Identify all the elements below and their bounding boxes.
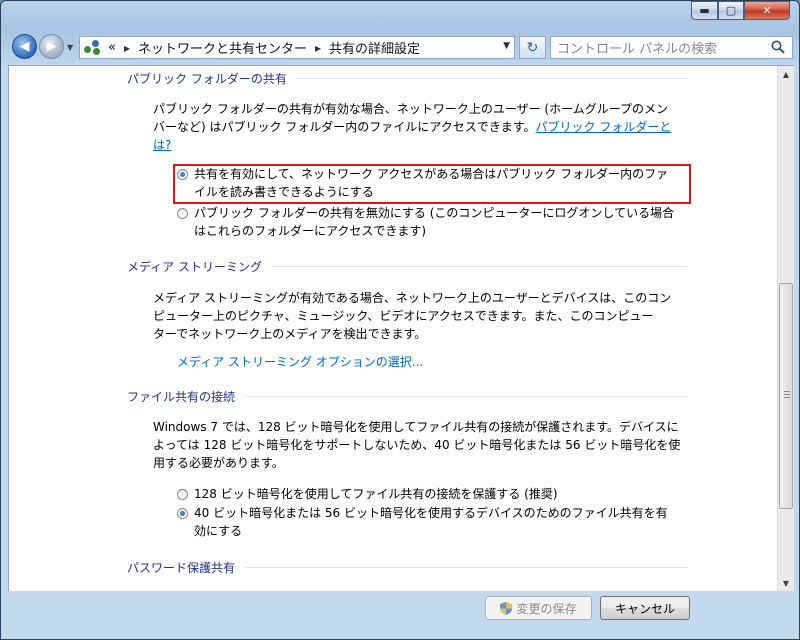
description-line: Windows 7 では、128 ビット暗号化を使用してファイル共有の接続が保護… [153, 420, 679, 434]
section-title: メディア ストリーミング [127, 260, 262, 274]
radio-40-56bit-encryption[interactable]: 40 ビット暗号化または 56 ビット暗号化を使用するデバイスのためのファイル共… [177, 504, 687, 540]
option-label: 40 ビット暗号化または 56 ビット暗号化を使用するデバイスのためのファイル共… [194, 506, 668, 538]
grip-line [784, 391, 790, 392]
navigation-bar: ◀ ▶ ▼ « ▸ ネットワークと共有センター ▸ 共有の詳細設定 ▼ ↻ コン… [1, 31, 799, 65]
search-input[interactable]: コントロール パネルの検索 [550, 36, 793, 59]
option-label: 128 ビット暗号化を使用してファイル共有の接続を保護する (推奨) [194, 487, 558, 501]
radio-button-selected[interactable] [177, 169, 188, 180]
option-label: 共有を有効にして、ネットワーク アクセスがある場合はパブリック フォルダー内のフ… [194, 167, 669, 199]
media-streaming-options-link-row: メディア ストリーミング オプションの選択... [177, 353, 707, 371]
description-line: ピューター上のピクチャ、ミュージック、ビデオにアクセスできます。また、このコンピ… [153, 309, 654, 323]
search-icon[interactable] [770, 39, 786, 55]
cancel-button[interactable]: キャンセル [600, 596, 690, 620]
divider [245, 396, 687, 397]
minimize-button[interactable]: ▬ [691, 1, 718, 20]
vertical-scrollbar[interactable]: ▲ ▼ [777, 66, 794, 591]
description-line: バーなど) はパブリック フォルダー内のファイルにアクセスできます。パブリック … [153, 118, 683, 136]
section-heading-media-streaming[interactable]: メディア ストリーミング [127, 258, 687, 275]
grip-line [784, 394, 790, 395]
section-title: ファイル共有の接続 [127, 390, 236, 404]
chevron-right-icon[interactable]: ▸ [315, 41, 321, 55]
description-line: よっては 128 ビット暗号化をサポートしないため、40 ビット暗号化または 5… [153, 438, 681, 452]
radio-enable-public-sharing[interactable]: 共有を有効にして、ネットワーク アクセスがある場合はパブリック フォルダー内のフ… [177, 165, 687, 201]
address-dropdown-icon[interactable]: ▼ [503, 41, 510, 51]
media-streaming-description: メディア ストリーミングが有効である場合、ネットワーク上のユーザーとデバイスは、… [153, 289, 683, 343]
radio-button[interactable] [177, 208, 188, 219]
radio-disable-public-sharing[interactable]: パブリック フォルダーの共有を無効にする (このコンピューターにログオンしている… [177, 204, 687, 240]
public-folder-help-link-cont[interactable]: は? [153, 138, 171, 152]
description-text: バーなど) はパブリック フォルダー内のファイルにアクセスできます。 [153, 120, 536, 134]
back-button[interactable]: ◀ [12, 34, 37, 59]
divider [296, 78, 687, 79]
scroll-up-arrow-icon[interactable]: ▲ [778, 66, 794, 82]
public-folder-description: パブリック フォルダーの共有が有効な場合、ネットワーク上のユーザー (ホームグル… [153, 100, 683, 154]
refresh-button[interactable]: ↻ [519, 36, 546, 59]
uac-shield-icon [500, 601, 513, 615]
grip-line [784, 397, 790, 398]
section-title: パスワード保護共有 [127, 561, 236, 575]
radio-128bit-encryption[interactable]: 128 ビット暗号化を使用してファイル共有の接続を保護する (推奨) [177, 485, 687, 503]
divider [271, 266, 687, 267]
section-heading-public-folder[interactable]: パブリック フォルダーの共有 [127, 70, 687, 87]
footer-bar: 変更の保存 キャンセル [1, 591, 799, 639]
close-button[interactable]: ✕ [744, 1, 790, 20]
description-line: 用する必要があります。 [153, 456, 284, 470]
public-folder-help-link[interactable]: パブリック フォルダーと [536, 120, 672, 134]
description-line: は? [153, 136, 683, 154]
divider [245, 567, 687, 568]
description-line: メディア ストリーミングが有効である場合、ネットワーク上のユーザーとデバイスは、… [153, 291, 672, 305]
recent-pages-dropdown[interactable]: ▼ [67, 43, 73, 52]
title-bar: ▬ ▢ ✕ [1, 1, 799, 31]
maximize-button[interactable]: ▢ [718, 1, 744, 20]
section-heading-password-sharing[interactable]: パスワード保護共有 [127, 559, 687, 576]
radio-button-selected[interactable] [177, 508, 188, 519]
save-label: 変更の保存 [516, 601, 577, 616]
breadcrumb-network-center[interactable]: ネットワークと共有センター [138, 38, 307, 57]
option-label: パブリック フォルダーの共有を無効にする (このコンピューターにログオンしている… [194, 206, 675, 238]
scrollbar-thumb[interactable] [779, 283, 793, 509]
breadcrumb-overflow[interactable]: « [108, 40, 116, 55]
window: ▬ ▢ ✕ ◀ ▶ ▼ « ▸ ネットワークと共有センター ▸ 共有の詳細設定 … [0, 0, 800, 640]
section-heading-file-sharing[interactable]: ファイル共有の接続 [127, 388, 687, 405]
chevron-right-icon[interactable]: ▸ [124, 41, 130, 55]
save-changes-button[interactable]: 変更の保存 [485, 596, 592, 620]
section-title: パブリック フォルダーの共有 [127, 72, 287, 86]
scroll-down-arrow-icon[interactable]: ▼ [778, 575, 794, 591]
network-center-icon [84, 39, 102, 56]
media-streaming-options-link[interactable]: メディア ストリーミング オプションの選択... [177, 355, 423, 369]
description-line: パブリック フォルダーの共有が有効な場合、ネットワーク上のユーザー (ホームグル… [153, 102, 668, 116]
file-sharing-description: Windows 7 では、128 ビット暗号化を使用してファイル共有の接続が保護… [153, 418, 683, 472]
settings-content: パブリック フォルダーの共有 パブリック フォルダーの共有が有効な場合、ネットワ… [8, 65, 794, 591]
description-line: ターでネットワーク上のメディアを検出できます。 [153, 327, 427, 341]
forward-button[interactable]: ▶ [39, 34, 64, 59]
radio-button[interactable] [177, 489, 188, 500]
breadcrumb-advanced-sharing[interactable]: 共有の詳細設定 [329, 38, 420, 57]
search-placeholder: コントロール パネルの検索 [557, 42, 718, 57]
address-bar[interactable]: « ▸ ネットワークと共有センター ▸ 共有の詳細設定 ▼ [79, 36, 515, 59]
